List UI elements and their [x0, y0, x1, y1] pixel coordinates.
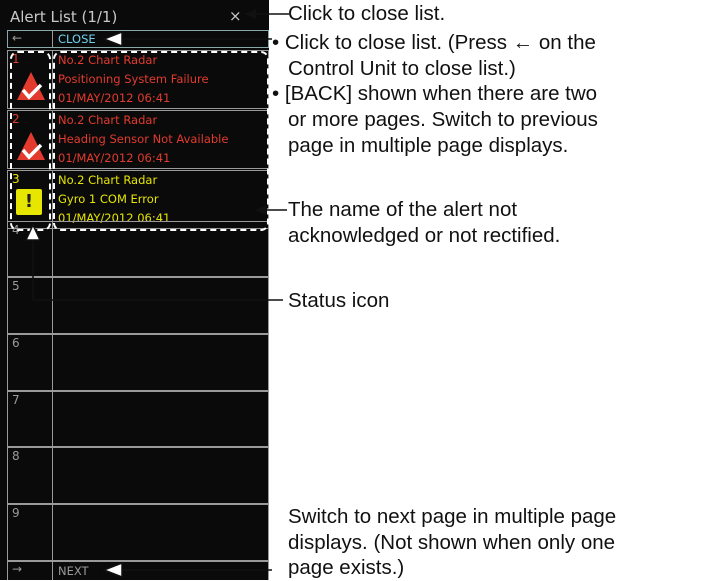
- callout-line: Switch to next page in multiple page: [288, 505, 617, 528]
- callout-line: Click to close list.: [288, 2, 446, 25]
- alert-name-callout: The name of the alert not acknowledged o…: [288, 197, 560, 248]
- callout-line: The name of the alert not: [288, 198, 518, 221]
- hollow-arrowhead: [101, 30, 123, 48]
- close-x-callout: Click to close list.: [288, 1, 445, 27]
- next-button-callout: Switch to next page in multiple page dis…: [288, 504, 616, 581]
- callout-line: Control Unit to close list.): [288, 56, 516, 80]
- callout-line: • [BACK] shown when there are two: [272, 82, 598, 106]
- status-icon-leader: [32, 237, 283, 301]
- callout-line: displays. (Not shown when only one: [288, 530, 616, 554]
- callout-line: acknowledged or not rectified.: [288, 223, 561, 247]
- hollow-arrowhead: [101, 561, 123, 579]
- callout-line: or more pages. Switch to previous: [288, 107, 598, 131]
- hollow-arrowhead: [24, 223, 42, 241]
- arrowhead: [245, 9, 256, 19]
- callout-line: • Click to close list. (Press ← on the: [272, 31, 596, 54]
- status-icon-callout: Status icon: [288, 288, 389, 314]
- callout-line: Status icon: [288, 289, 390, 312]
- callout-line: page exists.): [288, 556, 405, 580]
- callout-line: page in multiple page displays.: [288, 133, 569, 157]
- close-button-callout: • Click to close list. (Press ← on the C…: [272, 30, 598, 158]
- arrowhead: [255, 205, 266, 215]
